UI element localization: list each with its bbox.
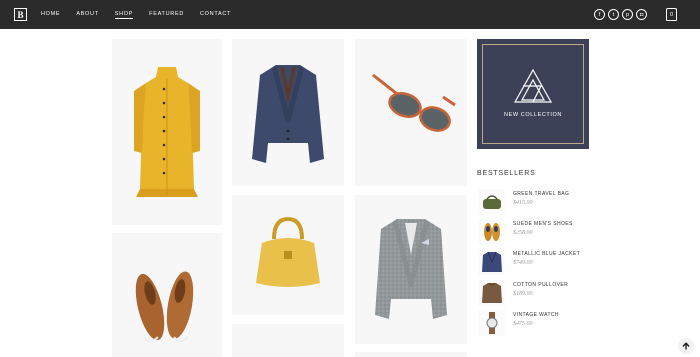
cart-count: 0: [669, 11, 674, 18]
top-navigation-bar: B HOME ABOUT SHOP FEATURED CONTACT f t p…: [0, 0, 700, 29]
bestseller-price: $749.00: [513, 260, 533, 266]
banner-label: NEW COLLECTION: [504, 112, 562, 118]
product-tile-blue-blazer[interactable]: [232, 39, 344, 186]
watch-icon: [478, 310, 505, 336]
bestseller-name: COTTON PULLOVER: [513, 282, 569, 288]
facebook-icon[interactable]: f: [594, 9, 605, 20]
bestseller-price: $475.00: [513, 321, 533, 327]
jacket-icon: [478, 249, 505, 275]
product-tile-yellow-coat[interactable]: [112, 39, 222, 225]
brown-shoes-image: [135, 271, 194, 342]
nav-featured[interactable]: FEATURED: [149, 11, 184, 19]
sunglasses-image: [372, 73, 456, 132]
yellow-coat-image: [134, 67, 200, 197]
bestseller-name: VINTAGE WATCH: [513, 312, 559, 318]
bestseller-item[interactable]: COTTON PULLOVER $189.00: [478, 280, 608, 306]
product-tile-partial-2[interactable]: [355, 352, 467, 357]
arrow-up-icon: [682, 342, 690, 350]
green-bag-icon: [478, 189, 505, 215]
bestseller-price: $258.00: [513, 230, 533, 236]
shoes-icon: [478, 219, 505, 245]
bestseller-item[interactable]: METALLIC BLUE JACKET $749.00: [478, 249, 608, 275]
twitter-icon[interactable]: t: [608, 9, 619, 20]
bestsellers-heading: BESTSELLERS: [477, 170, 536, 177]
nav-about[interactable]: ABOUT: [76, 11, 98, 19]
instagram-icon[interactable]: ◘: [636, 9, 647, 20]
bestseller-price: $415.00: [513, 200, 533, 206]
bestseller-name: METALLIC BLUE JACKET: [513, 251, 581, 257]
main-nav: HOME ABOUT SHOP FEATURED CONTACT: [41, 11, 247, 19]
bestseller-price: $189.00: [513, 291, 533, 297]
bestseller-item[interactable]: SUEDE MEN'S SHOES $258.00: [478, 219, 608, 245]
nav-home[interactable]: HOME: [41, 11, 60, 19]
back-to-top-button[interactable]: [678, 338, 694, 354]
blue-blazer-image: [252, 65, 324, 163]
cart-icon[interactable]: 0: [666, 8, 677, 21]
nav-contact[interactable]: CONTACT: [200, 11, 231, 19]
product-tile-tweed-jacket[interactable]: [355, 195, 467, 344]
bestseller-name: SUEDE MEN'S SHOES: [513, 221, 573, 227]
bestseller-name: GREEN TRAVEL BAG: [513, 191, 570, 197]
pinterest-icon[interactable]: p: [622, 9, 633, 20]
collection-logo-icon: [513, 68, 553, 103]
product-tile-partial[interactable]: [232, 324, 344, 357]
product-tile-sunglasses[interactable]: [355, 39, 467, 186]
product-tile-yellow-handbag[interactable]: [232, 195, 344, 315]
bestseller-item[interactable]: VINTAGE WATCH $475.00: [478, 310, 608, 336]
new-collection-banner[interactable]: NEW COLLECTION: [477, 39, 589, 149]
product-tile-brown-shoes[interactable]: [112, 233, 222, 357]
tweed-jacket-image: [375, 219, 447, 319]
site-logo[interactable]: B: [14, 8, 27, 21]
bestseller-item[interactable]: GREEN TRAVEL BAG $415.00: [478, 189, 608, 215]
pullover-icon: [478, 280, 505, 306]
nav-shop[interactable]: SHOP: [114, 11, 134, 19]
yellow-handbag-image: [256, 216, 320, 287]
